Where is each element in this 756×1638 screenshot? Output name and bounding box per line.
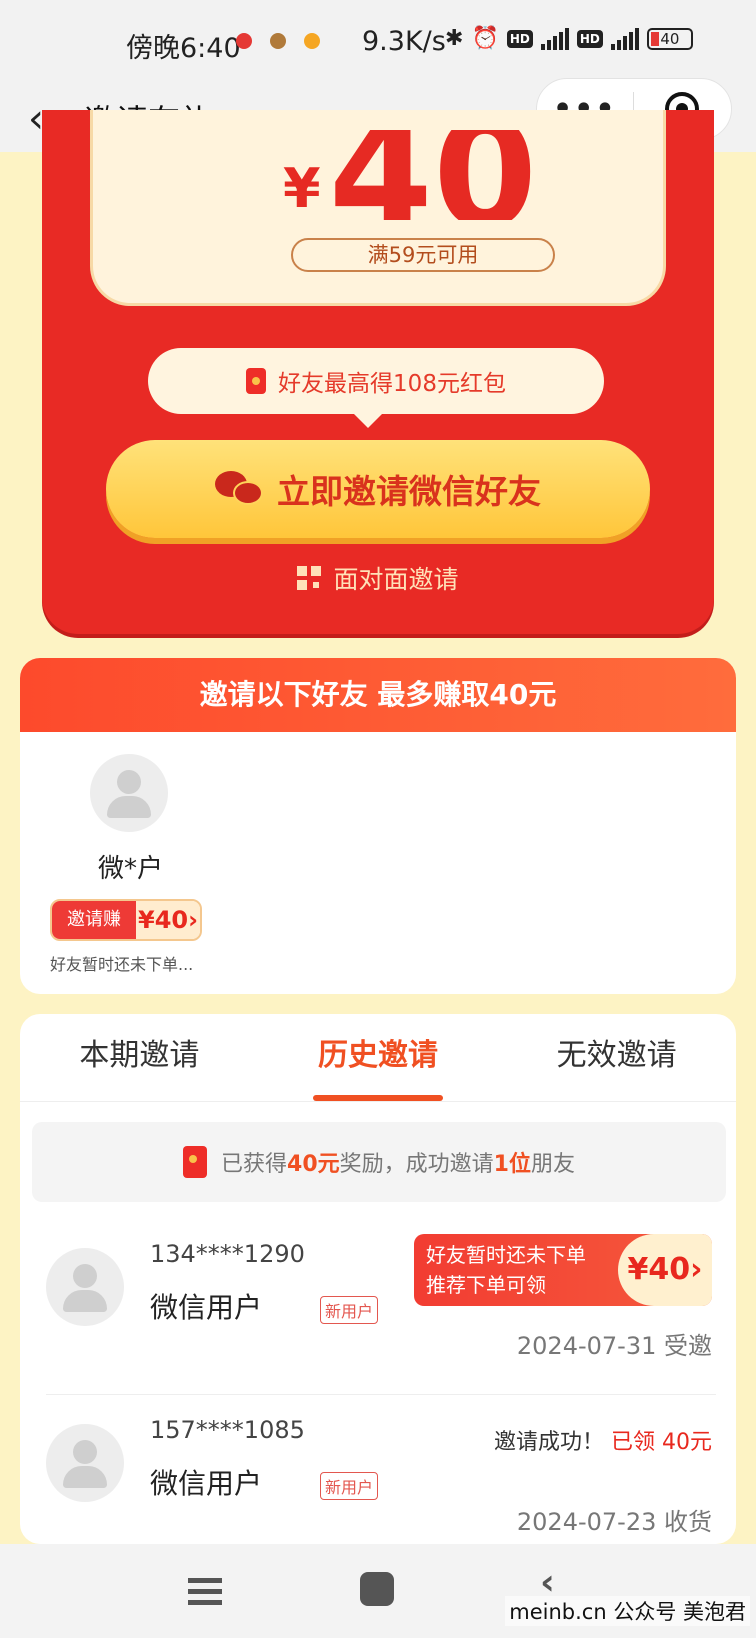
record-date: 2024-07-23 收货: [516, 1508, 712, 1536]
currency-symbol: ¥: [283, 157, 321, 220]
alarm-icon: ⏰: [471, 26, 499, 51]
claimed-amount: 已领 40元: [611, 1430, 712, 1455]
status-bar: 傍晚6:40 9.3K/s ✱ ⏰ HD HD 40: [0, 0, 756, 86]
status-time: 傍晚6:40: [126, 33, 241, 64]
face-to-face-invite-link[interactable]: 面对面邀请: [42, 560, 714, 596]
battery-icon: 40: [646, 27, 693, 50]
reward-tip: 好友最高得108元红包: [148, 348, 604, 428]
notification-icon: [270, 33, 286, 49]
promo-text: 好友暂时还未下单 推荐下单可领: [414, 1234, 618, 1306]
new-user-badge: 新用户: [320, 1296, 379, 1324]
recommend-order-button[interactable]: 好友暂时还未下单 推荐下单可领 ¥40›: [414, 1234, 712, 1306]
record-name: 微信用户: [150, 1291, 263, 1324]
earn-amount: ¥40›: [136, 901, 200, 939]
invite-record: 134****1290 微信用户 新用户 好友暂时还未下单 推荐下单可领 ¥40…: [46, 1234, 716, 1384]
history-card: 本期邀请 历史邀请 无效邀请 已获得 40元 奖励，成功邀请 1位 朋友 134…: [20, 1014, 736, 1544]
summary-suffix: 朋友: [530, 1152, 575, 1177]
reward-tip-text: 好友最高得108元红包: [278, 371, 506, 397]
invite-wechat-label: 立即邀请微信好友: [277, 472, 541, 511]
promo-amount: ¥40›: [618, 1234, 712, 1306]
hd-icon: HD: [576, 29, 603, 48]
reward-summary: 已获得 40元 奖励，成功邀请 1位 朋友: [32, 1122, 726, 1202]
record-phone: 134****1290: [150, 1240, 305, 1268]
signal-icon: [540, 27, 569, 50]
red-packet-icon: [246, 368, 267, 394]
invite-earn-button[interactable]: 邀请赚 ¥40›: [50, 899, 202, 941]
avatar: [46, 1424, 124, 1502]
divider: [46, 1394, 716, 1395]
signal-icon: [610, 27, 639, 50]
promo-line1: 好友暂时还未下单: [426, 1243, 586, 1267]
qr-code-icon: [297, 566, 322, 590]
summary-amount: 40元: [287, 1152, 340, 1177]
wechat-icon: [215, 471, 263, 507]
invite-success-status: 邀请成功！ 已领 40元: [494, 1424, 712, 1456]
coupon-amount: ¥ 40: [283, 130, 537, 220]
earn-label: 邀请赚: [52, 901, 136, 939]
network-speed: 9.3K/s: [362, 26, 446, 57]
summary-count: 1位: [493, 1152, 531, 1177]
coupon-condition: 满59元可用: [291, 238, 555, 272]
tab-invalid-invites[interactable]: 无效邀请: [497, 1014, 736, 1101]
avatar: [90, 754, 168, 832]
invite-wechat-button[interactable]: 立即邀请微信好友: [106, 440, 650, 538]
invite-friends-card: 邀请以下好友 最多赚取40元 微*户 邀请赚 ¥40› 好友暂时还未下单...: [20, 658, 736, 994]
success-text: 邀请成功！: [493, 1430, 604, 1455]
friend-item[interactable]: 微*户 邀请赚 ¥40› 好友暂时还未下单...: [50, 754, 210, 975]
coupon: ¥ 40 满59元可用: [90, 110, 666, 306]
friend-name: 微*户: [98, 854, 164, 884]
record-name: 微信用户: [150, 1467, 263, 1500]
tab-current-invites[interactable]: 本期邀请: [20, 1014, 259, 1101]
tab-history-invites[interactable]: 历史邀请: [259, 1014, 498, 1101]
friend-status: 好友暂时还未下单...: [50, 955, 194, 974]
home-icon[interactable]: [360, 1572, 394, 1606]
record-date: 2024-07-31 受邀: [516, 1332, 712, 1360]
red-packet-icon: [183, 1146, 207, 1178]
bluetooth-icon: ✱: [445, 26, 464, 51]
menu-icon[interactable]: [188, 1576, 222, 1606]
notification-icon: [304, 33, 320, 49]
record-phone: 157****1085: [150, 1416, 305, 1444]
promo-line2: 推荐下单可领: [426, 1273, 546, 1297]
invite-record: 157****1085 微信用户 新用户 邀请成功！ 已领 40元 2024-0…: [46, 1410, 716, 1560]
summary-prefix: 已获得: [221, 1152, 288, 1177]
summary-mid: 奖励，成功邀请: [339, 1152, 494, 1177]
coupon-value: 40: [328, 130, 538, 220]
notification-icon: [236, 33, 252, 49]
face-invite-label: 面对面邀请: [333, 565, 459, 594]
avatar: [46, 1248, 124, 1326]
hero-card: ¥ 40 满59元可用 好友最高得108元红包 立即邀请微信好友 面对面邀请: [42, 110, 714, 634]
history-tabs: 本期邀请 历史邀请 无效邀请: [20, 1014, 736, 1102]
new-user-badge: 新用户: [320, 1472, 379, 1500]
invite-friends-heading: 邀请以下好友 最多赚取40元: [20, 658, 736, 732]
system-icons: ✱ ⏰ HD HD 40: [445, 26, 693, 51]
hd-icon: HD: [506, 29, 533, 48]
watermark: meinb.cn 公众号 美泡君: [505, 1596, 750, 1626]
